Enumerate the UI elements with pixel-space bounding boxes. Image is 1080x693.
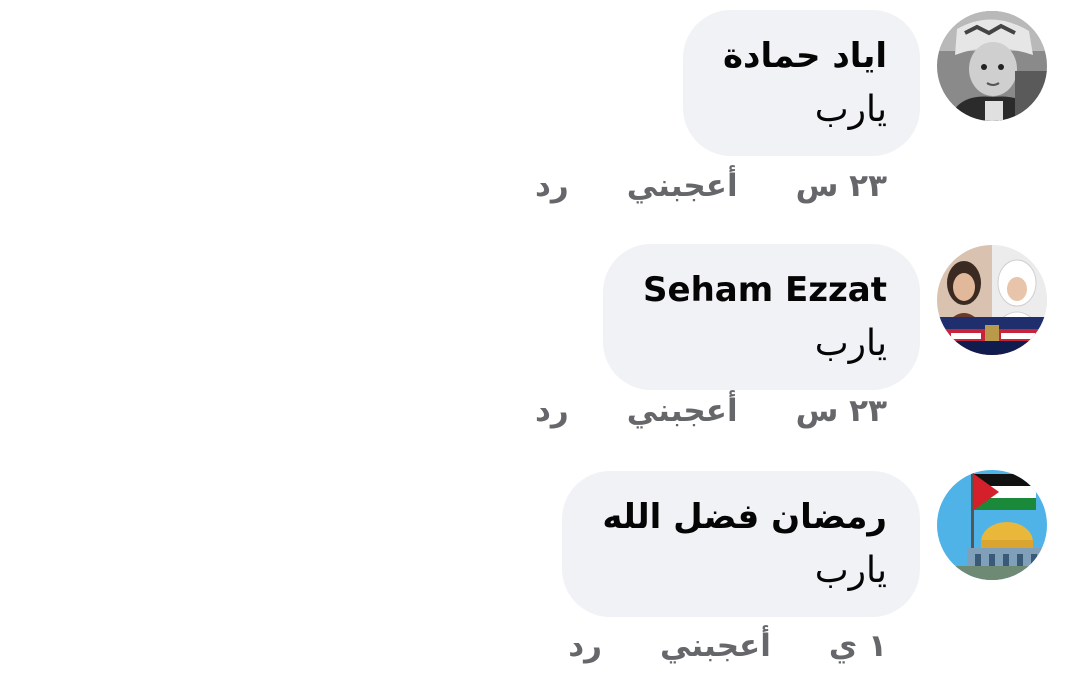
comment-bubble: Seham Ezzat يارب [603,244,920,390]
comment-bubble: رمضان فضل الله يارب [562,471,920,617]
avatar[interactable] [937,470,1047,580]
comment-author[interactable]: Seham Ezzat [643,268,887,312]
reply-button[interactable]: رد [535,393,569,429]
comment-actions: ١ ي أعجبني رد [568,626,887,666]
like-button[interactable]: أعجبني [627,393,738,429]
comment-text: يارب [814,550,887,591]
comment-bubble: اياد حمادة يارب [682,10,920,156]
child-photo-avatar-icon [937,11,1047,121]
two-women-photo-avatar-icon [937,245,1047,355]
comment-author[interactable]: رمضان فضل الله [602,495,887,539]
like-button[interactable]: أعجبني [627,168,738,204]
comment-author[interactable]: اياد حمادة [723,34,887,78]
reply-button[interactable]: رد [535,168,569,204]
comment-time[interactable]: ١ ي [829,628,887,664]
comment-time[interactable]: ٢٣ س [796,393,887,429]
comment-text: يارب [814,323,887,364]
comment-text: يارب [814,89,887,130]
avatar[interactable] [937,245,1047,355]
avatar[interactable] [937,11,1047,121]
comment-actions: ٢٣ س أعجبني رد [535,391,887,431]
reply-button[interactable]: رد [568,628,602,664]
dome-of-rock-flag-avatar-icon [937,470,1047,580]
comment-time[interactable]: ٢٣ س [796,168,887,204]
comment-actions: ٢٣ س أعجبني رد [535,166,887,206]
like-button[interactable]: أعجبني [660,628,771,664]
